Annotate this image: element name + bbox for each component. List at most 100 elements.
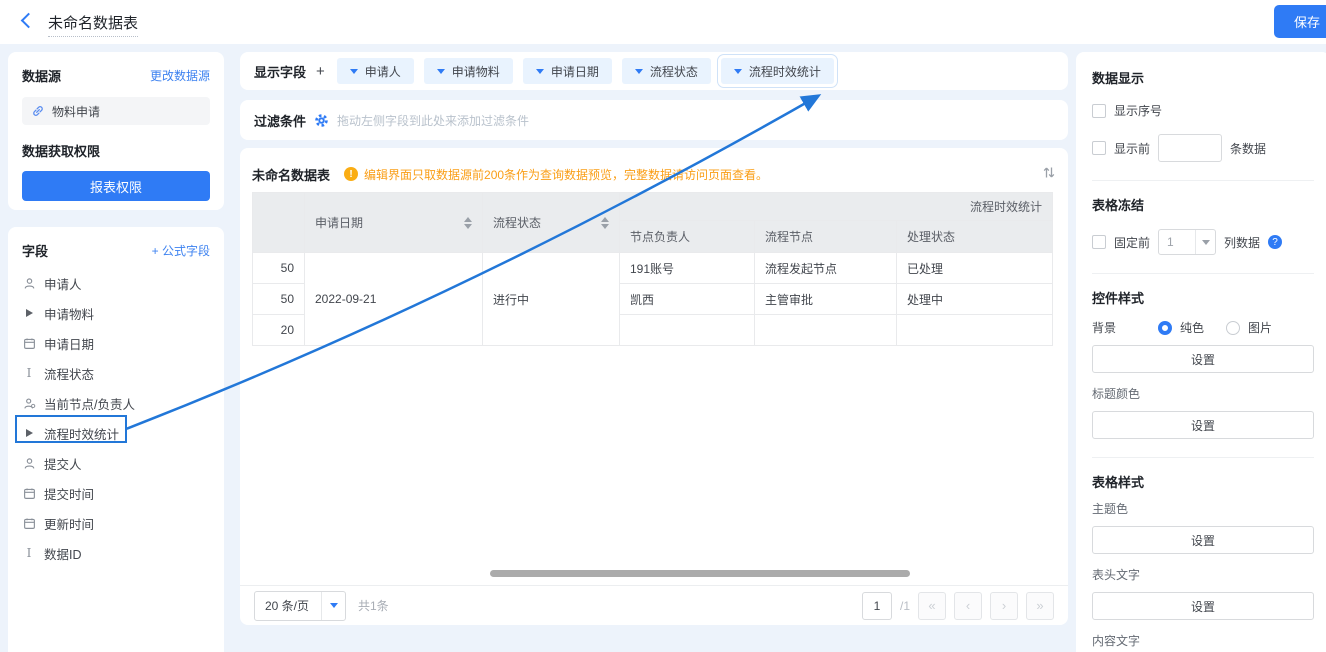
show-index-label: 显示序号 [1114,102,1162,119]
table-row[interactable]: 50 2022-09-21 进行中 191账号 流程发起节点 已处理 [253,253,1053,284]
field-item-update-time[interactable]: 更新时间 [22,508,210,538]
chevron-down-icon [330,603,338,608]
table-style-heading: 表格样式 [1092,472,1314,491]
header-text-set-button[interactable]: 设置 [1092,592,1314,620]
datasource-heading: 数据源 [22,66,61,85]
group-header-flow-time-stats: 流程时效统计 [620,193,1053,221]
pagination-bar: 20 条/页 共1条 1 /1 « ‹ › » [240,585,1068,625]
cell-flow-node [755,315,897,346]
image-radio[interactable] [1226,321,1240,335]
first-page-button[interactable]: « [918,592,946,620]
next-page-button[interactable]: › [990,592,1018,620]
freeze-count-select[interactable]: 1 [1158,229,1216,255]
freeze-checkbox[interactable] [1092,235,1106,249]
field-item-applicant[interactable]: 申请人 [22,268,210,298]
cell-flow-status-merged: 进行中 [483,253,620,346]
settings-panel: 数据显示 显示序号 显示前 条数据 表格冻结 固定前 1 列数据 ? 控件样式 … [1076,52,1326,652]
column-header-flow-node[interactable]: 流程节点 [755,221,897,253]
cell-qty: 50 [253,253,305,284]
cell-apply-date-merged: 2022-09-21 [305,253,483,346]
title-color-set-button[interactable]: 设置 [1092,411,1314,439]
column-header-node-owner[interactable]: 节点负责人 [620,221,755,253]
data-display-heading: 数据显示 [1092,68,1314,87]
chip-material[interactable]: 申请物料 [424,58,513,84]
chevron-down-icon [734,69,742,74]
chip-flow-time-stats[interactable]: 流程时效统计 [721,58,834,84]
help-icon[interactable]: ? [1268,235,1282,249]
page-number-input[interactable]: 1 [862,592,892,620]
show-first-checkbox[interactable] [1092,141,1106,155]
show-first-prefix: 显示前 [1114,140,1150,157]
field-item-flow-time-stats[interactable]: 流程时效统计 [22,418,210,448]
horizontal-scrollbar[interactable] [490,570,910,577]
save-button[interactable]: 保存 [1274,5,1326,38]
header-text-label: 表头文字 [1092,566,1314,583]
cell-handle-state [897,315,1053,346]
display-fields-bar: 显示字段 + 申请人 申请物料 申请日期 流程状态 流程时效统计 [240,52,1068,90]
table-card: 未命名数据表 ! 编辑界面只取数据源前200条作为查询数据预览，完整数据请访问页… [240,148,1068,625]
add-display-field-button[interactable]: + [316,63,325,80]
sort-icon[interactable] [464,217,472,229]
background-set-button[interactable]: 设置 [1092,345,1314,373]
last-page-button[interactable]: » [1026,592,1054,620]
page-size-select[interactable]: 20 条/页 [254,591,346,621]
field-label: 当前节点/负责人 [44,394,135,413]
field-label: 数据ID [44,544,82,563]
datasource-name: 物料申请 [52,103,100,120]
divider [1092,273,1314,274]
field-item-data-id[interactable]: I 数据ID [22,538,210,568]
show-index-checkbox[interactable] [1092,104,1106,118]
chevron-down-icon [350,69,358,74]
prev-page-button[interactable]: ‹ [954,592,982,620]
freeze-suffix: 列数据 [1224,234,1260,251]
sort-icon[interactable] [601,217,609,229]
cell-qty: 20 [253,315,305,346]
chip-flow-status[interactable]: 流程状态 [622,58,711,84]
field-item-submit-time[interactable]: 提交时间 [22,478,210,508]
user-icon [22,457,36,470]
calendar-icon [22,517,36,530]
field-label: 提交时间 [44,484,94,503]
solid-color-radio[interactable] [1158,321,1172,335]
column-header-handle-state[interactable]: 处理状态 [897,221,1053,253]
gear-icon[interactable] [314,113,329,128]
cell-node-owner: 凯西 [620,284,755,315]
cell-flow-node: 流程发起节点 [755,253,897,284]
main-panel: 显示字段 + 申请人 申请物料 申请日期 流程状态 流程时效统计 过滤条件 拖动… [240,52,1068,625]
total-pages: /1 [900,599,910,613]
content-text-label: 内容文字 [1092,632,1314,649]
text-field-icon: I [22,366,36,380]
field-label: 流程状态 [44,364,94,383]
user-node-icon [22,397,36,410]
field-item-current-node[interactable]: 当前节点/负责人 [22,388,210,418]
add-formula-field-link[interactable]: + 公式字段 [152,242,210,259]
datasource-item[interactable]: 物料申请 [22,97,210,125]
field-label: 流程时效统计 [44,424,119,443]
field-item-flow-status[interactable]: I 流程状态 [22,358,210,388]
back-icon[interactable] [16,11,36,31]
chip-applicant[interactable]: 申请人 [337,58,414,84]
report-permission-button[interactable]: 报表权限 [22,171,210,201]
image-label: 图片 [1248,319,1272,336]
column-header-flow-status[interactable]: 流程状态 [483,193,620,253]
column-header-apply-date[interactable]: 申请日期 [305,193,483,253]
fields-card: 字段 + 公式字段 申请人 申请物料 申请日期 I 流程状态 当前节点/负 [8,227,224,652]
change-datasource-link[interactable]: 更改数据源 [150,67,210,84]
field-label: 申请物料 [44,304,94,323]
freeze-count-value: 1 [1159,235,1195,249]
expand-triangle-icon [22,429,36,437]
field-item-apply-date[interactable]: 申请日期 [22,328,210,358]
chip-label: 流程时效统计 [749,63,821,80]
user-icon [22,277,36,290]
show-first-count-input[interactable] [1158,134,1222,162]
cell-handle-state: 处理中 [897,284,1053,315]
filter-bar[interactable]: 过滤条件 拖动左侧字段到此处来添加过滤条件 [240,100,1068,140]
theme-color-set-button[interactable]: 设置 [1092,526,1314,554]
row-sort-icon[interactable] [1042,165,1056,183]
permission-heading: 数据获取权限 [22,141,210,160]
field-item-material[interactable]: 申请物料 [22,298,210,328]
field-list: 申请人 申请物料 申请日期 I 流程状态 当前节点/负责人 流程时效统计 [22,268,210,568]
field-item-submitter[interactable]: 提交人 [22,448,210,478]
chip-label: 流程状态 [650,63,698,80]
chip-apply-date[interactable]: 申请日期 [523,58,612,84]
